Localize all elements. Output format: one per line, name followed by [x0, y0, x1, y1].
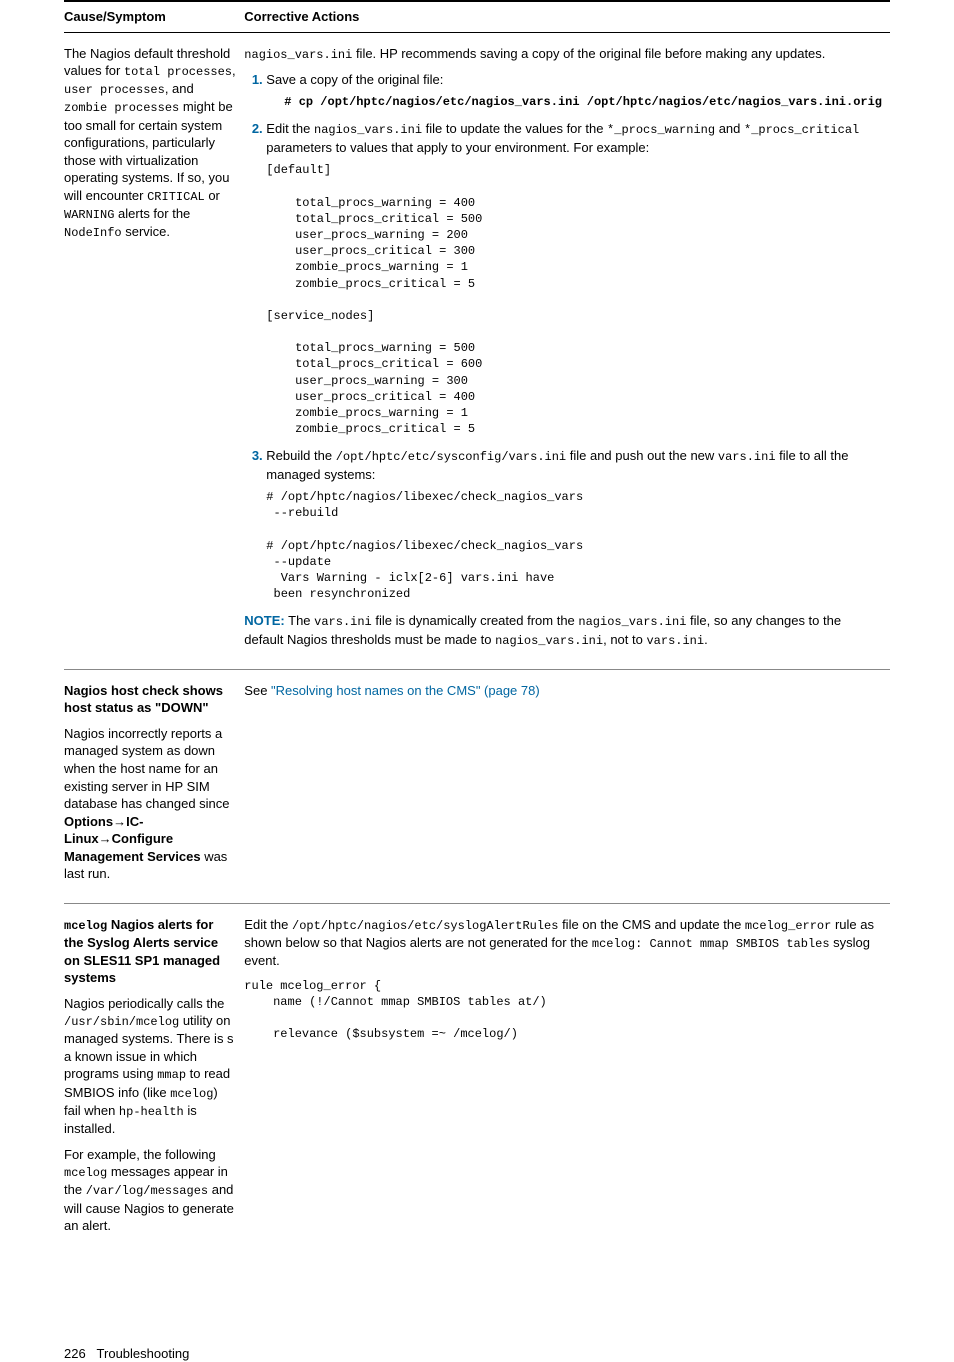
note: NOTE: The vars.ini file is dynamically c… [244, 612, 882, 648]
code-block: # cp /opt/hptc/nagios/etc/nagios_vars.in… [284, 94, 882, 110]
table-row: mcelog Nagios alerts for the Syslog Aler… [64, 903, 890, 1254]
cell-cause: The Nagios default threshold values for … [64, 32, 244, 669]
list-item: Save a copy of the original file: # cp /… [266, 71, 882, 111]
code-block: rule mcelog_error { name (!/Cannot mmap … [244, 978, 882, 1043]
cell-cause: mcelog Nagios alerts for the Syslog Aler… [64, 903, 244, 1254]
paragraph: Nagios incorrectly reports a managed sys… [64, 725, 236, 883]
code-block: # /opt/hptc/nagios/libexec/check_nagios_… [266, 489, 882, 602]
chapter-title: Troubleshooting [97, 1346, 190, 1361]
paragraph: nagios_vars.ini file. HP recommends savi… [244, 45, 882, 63]
cross-reference-link[interactable]: "Resolving host names on the CMS" (page … [271, 683, 540, 698]
paragraph: For example, the following mcelog messag… [64, 1146, 236, 1235]
list-item: Edit the nagios_vars.ini file to update … [266, 120, 882, 437]
note-label: NOTE: [244, 613, 284, 628]
paragraph: See "Resolving host names on the CMS" (p… [244, 682, 882, 700]
page-footer: 226 Troubleshooting [64, 1345, 890, 1362]
cell-cause: Nagios host check shows host status as "… [64, 669, 244, 903]
troubleshooting-table: Cause/Symptom Corrective Actions The Nag… [64, 0, 890, 1255]
list-item: Rebuild the /opt/hptc/etc/sysconfig/vars… [266, 447, 882, 602]
table-row: The Nagios default threshold values for … [64, 32, 890, 669]
cell-action: nagios_vars.ini file. HP recommends savi… [244, 32, 890, 669]
paragraph: The Nagios default threshold values for … [64, 45, 236, 242]
row-heading: mcelog Nagios alerts for the Syslog Aler… [64, 916, 236, 987]
header-action: Corrective Actions [244, 1, 890, 32]
cell-action: Edit the /opt/hptc/nagios/etc/syslogAler… [244, 903, 890, 1254]
cell-action: See "Resolving host names on the CMS" (p… [244, 669, 890, 903]
header-cause: Cause/Symptom [64, 1, 244, 32]
code-block: [default] total_procs_warning = 400 tota… [266, 162, 882, 437]
row-heading: Nagios host check shows host status as "… [64, 682, 236, 717]
page-number: 226 [64, 1346, 86, 1361]
paragraph: Edit the /opt/hptc/nagios/etc/syslogAler… [244, 916, 882, 970]
steps-list: Save a copy of the original file: # cp /… [244, 71, 882, 603]
table-row: Nagios host check shows host status as "… [64, 669, 890, 903]
paragraph: Nagios periodically calls the /usr/sbin/… [64, 995, 236, 1138]
